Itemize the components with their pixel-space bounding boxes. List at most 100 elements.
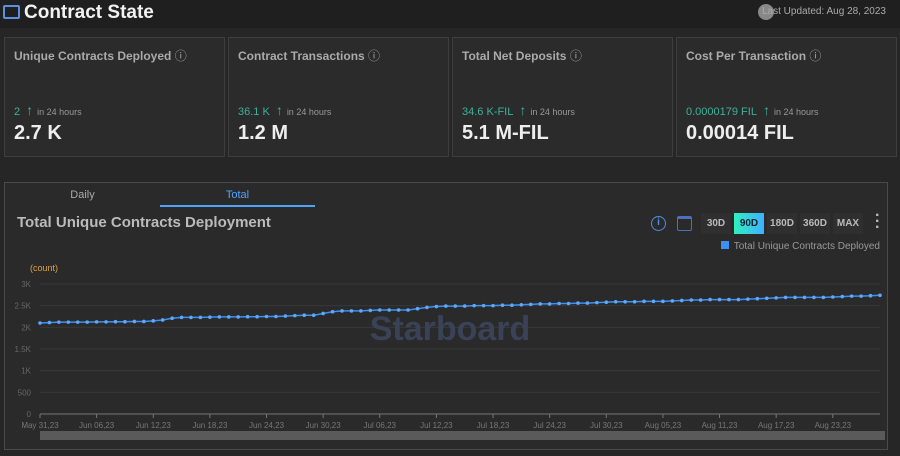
data-point[interactable] [547,302,552,306]
x-tick-label: Jun 24,23 [249,421,285,430]
data-point[interactable] [831,295,835,299]
data-point[interactable] [453,304,458,308]
data-point[interactable] [802,295,807,300]
data-point[interactable] [66,320,71,324]
data-point[interactable] [85,320,89,324]
data-point[interactable] [698,298,703,302]
data-point[interactable] [689,298,694,302]
data-point[interactable] [510,303,514,308]
data-point[interactable] [104,320,108,324]
data-point[interactable] [613,299,618,304]
data-point[interactable] [434,304,439,309]
data-point[interactable] [274,314,278,319]
data-point[interactable] [755,296,760,301]
data-point[interactable] [481,303,486,308]
data-point[interactable] [142,319,146,324]
data-point[interactable] [868,293,873,298]
data-point[interactable] [746,297,750,301]
data-point[interactable] [330,309,335,314]
data-point[interactable] [57,320,61,324]
data-point[interactable] [679,298,684,303]
data-point[interactable] [198,315,203,320]
data-point[interactable] [415,306,420,311]
data-point[interactable] [519,303,524,307]
data-point[interactable] [406,308,410,312]
data-point[interactable] [425,305,429,310]
data-point[interactable] [632,299,637,304]
data-point[interactable] [151,319,156,323]
data-point[interactable] [293,313,297,318]
data-point[interactable] [595,300,599,305]
x-tick-label: Jun 30,23 [306,421,342,430]
data-point[interactable] [123,319,127,324]
data-point[interactable] [821,295,826,300]
data-point[interactable] [283,314,288,318]
zoom-scrollbar[interactable] [40,431,885,440]
data-point[interactable] [462,304,467,308]
data-point[interactable] [849,294,854,298]
x-tick-label: Jul 06,23 [364,421,397,430]
data-point[interactable] [566,301,571,306]
data-point[interactable] [236,315,241,319]
data-point[interactable] [774,296,778,300]
data-point[interactable] [132,319,137,324]
data-point[interactable] [840,294,845,299]
data-point[interactable] [764,296,769,301]
data-point[interactable] [783,295,788,300]
data-point[interactable] [217,315,222,319]
y-tick-label: 0 [27,410,32,419]
y-tick-label: 1.5K [15,345,32,354]
data-point[interactable] [47,320,52,325]
data-point[interactable] [661,299,665,304]
data-point[interactable] [604,300,609,305]
data-point[interactable] [38,321,42,325]
data-point[interactable] [377,308,382,312]
data-point[interactable] [264,314,269,319]
data-point[interactable] [642,299,646,304]
data-point[interactable] [500,303,505,308]
data-point[interactable] [878,293,882,298]
data-point[interactable] [359,309,363,313]
data-point[interactable] [245,314,250,319]
data-point[interactable] [349,309,354,313]
data-point[interactable] [472,303,476,308]
data-point[interactable] [859,294,863,298]
data-point[interactable] [311,313,316,318]
data-point[interactable] [255,314,259,319]
data-point[interactable] [528,302,533,307]
data-point[interactable] [623,299,627,304]
data-point[interactable] [170,316,174,321]
data-point[interactable] [444,304,448,308]
data-point[interactable] [670,299,675,303]
data-point[interactable] [321,311,325,316]
data-point[interactable] [491,303,495,308]
data-point[interactable] [302,313,307,318]
data-point[interactable] [189,315,193,320]
data-point[interactable] [585,301,590,305]
data-point[interactable] [208,315,212,319]
data-point[interactable] [576,301,580,305]
data-point[interactable] [538,302,543,306]
data-point[interactable] [94,320,99,324]
data-point[interactable] [651,299,656,304]
data-point[interactable] [708,297,712,302]
data-point[interactable] [75,320,80,324]
data-point[interactable] [226,315,231,319]
data-point[interactable] [812,295,816,300]
data-point[interactable] [387,308,392,312]
watermark: Starboard [370,310,531,348]
data-point[interactable] [368,308,373,313]
data-point[interactable] [160,318,165,322]
data-point[interactable] [727,297,731,302]
data-point[interactable] [113,319,118,324]
data-point[interactable] [717,297,722,302]
data-point[interactable] [396,308,401,312]
data-point[interactable] [557,301,561,306]
line-chart: (count) 0 500 1K 1.5K 2K 2.5K 3K May 31,23 Jun 06… [15,263,885,440]
data-point[interactable] [179,315,184,320]
data-point[interactable] [340,309,344,313]
data-point[interactable] [793,295,797,300]
data-point[interactable] [736,297,741,302]
y-tick-label: 500 [18,388,32,397]
x-tick-label: Aug 05,23 [645,421,682,430]
